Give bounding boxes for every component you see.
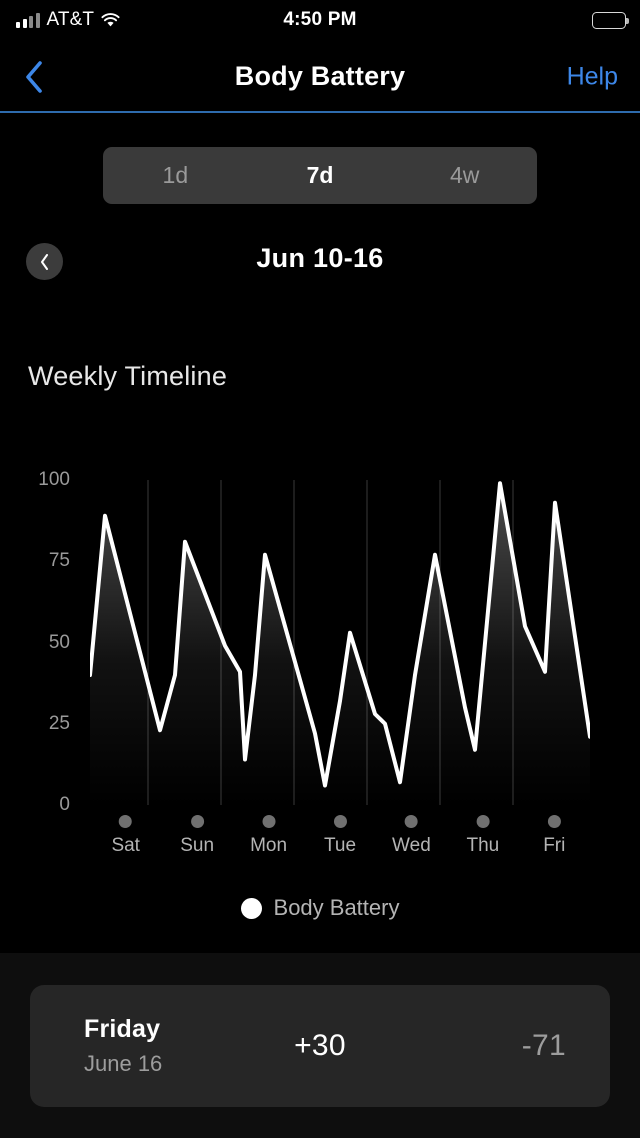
x-tick-label: Tue (323, 835, 357, 856)
status-bar-right (592, 11, 629, 29)
summary-drain: -71 (521, 1029, 566, 1062)
x-tick-sat: Sat (111, 815, 140, 857)
x-tick-label: Wed (392, 835, 431, 856)
x-tick-label: Sun (180, 835, 215, 856)
battery-icon (592, 11, 629, 29)
y-tick-label: 100 (38, 469, 70, 490)
x-tick-thu: Thu (466, 815, 499, 857)
x-tick-dot-icon (119, 815, 133, 828)
page-title: Body Battery (234, 61, 406, 91)
x-tick-dot-icon (190, 815, 204, 828)
status-bar: AT&T 4:50 PM (0, 0, 640, 40)
navigation-bar: Body Battery Help (0, 40, 640, 113)
chart-plot-area[interactable] (90, 480, 590, 805)
navigation-divider (0, 111, 640, 113)
x-tick-label: Thu (466, 835, 500, 856)
app-screen: AT&T 4:50 PM Body Battery Help 1d 7d 4w … (0, 0, 640, 1138)
x-tick-dot-icon (476, 815, 490, 828)
range-segmented-control[interactable]: 1d 7d 4w (103, 147, 537, 204)
x-tick-sun: Sun (180, 815, 214, 857)
x-tick-dot-icon (404, 815, 418, 828)
chevron-left-icon (26, 60, 42, 93)
chart-svg (90, 480, 590, 805)
legend-dot-icon (240, 897, 262, 919)
summary-card-friday[interactable]: Friday June 16 +30 -71 (30, 985, 610, 1107)
chart-area-fill (90, 483, 590, 805)
x-tick-label: Mon (250, 835, 288, 856)
x-tick-dot-icon (547, 815, 561, 828)
chart-legend: Body Battery (0, 895, 640, 921)
back-button[interactable] (14, 55, 54, 99)
date-navigation: Jun 10-16 (0, 243, 640, 289)
section-title: Weekly Timeline (28, 361, 228, 391)
x-tick-dot-icon (333, 815, 347, 828)
chart-y-axis: 0 25 50 75 100 (0, 455, 86, 815)
y-tick-label: 50 (48, 631, 70, 653)
body-battery-chart: 0 25 50 75 100 Sat Sun Mon Tue Wed Thu F… (0, 455, 640, 856)
x-tick-dot-icon (262, 815, 276, 828)
x-tick-wed: Wed (392, 815, 431, 857)
segment-1d[interactable]: 1d (103, 147, 248, 204)
x-tick-label: Sat (111, 835, 140, 856)
daily-summary-section: Friday June 16 +30 -71 (0, 953, 640, 1138)
chart-x-axis: Sat Sun Mon Tue Wed Thu Fri (90, 815, 590, 875)
x-tick-fri: Fri (543, 815, 565, 857)
y-tick-label: 25 (48, 712, 70, 734)
x-tick-label: Fri (543, 835, 566, 856)
help-button[interactable]: Help (567, 62, 618, 91)
segment-7d[interactable]: 7d (248, 147, 393, 204)
date-range-label: Jun 10-16 (256, 243, 384, 273)
clock-label: 4:50 PM (283, 9, 357, 30)
x-tick-mon: Mon (250, 815, 287, 857)
y-tick-label: 75 (48, 550, 70, 572)
segment-4w[interactable]: 4w (392, 147, 537, 204)
y-tick-label: 0 (59, 794, 70, 815)
x-tick-tue: Tue (324, 815, 356, 857)
legend-label: Body Battery (273, 895, 400, 920)
